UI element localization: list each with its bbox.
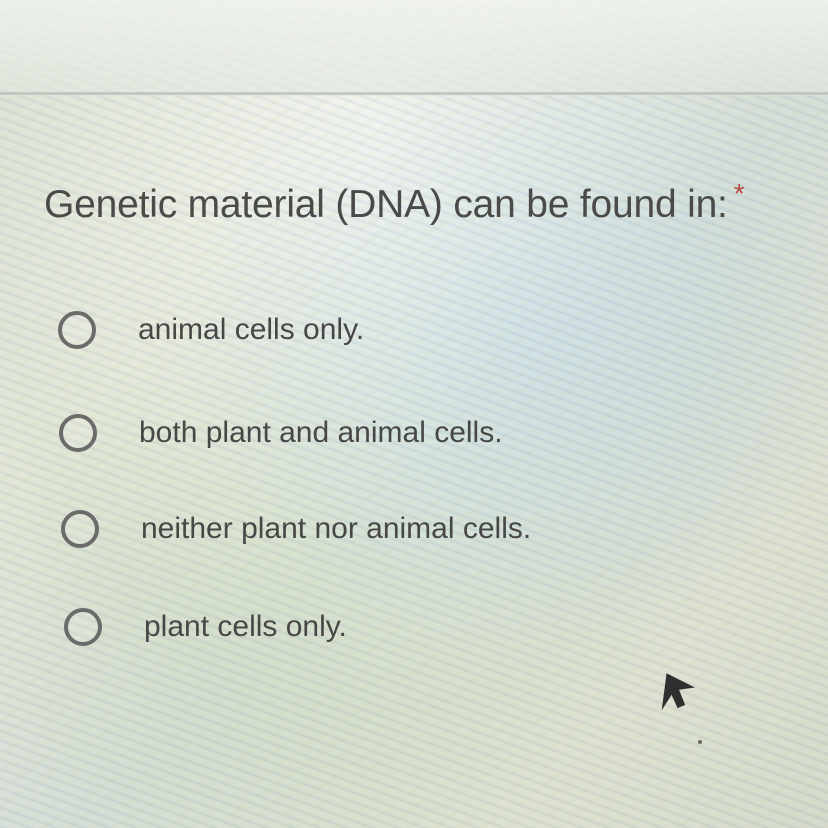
option-label[interactable]: both plant and animal cells. [139, 416, 503, 450]
option-label[interactable]: neither plant nor animal cells. [141, 512, 531, 546]
radio-option-both-plant-and-animal[interactable]: both plant and animal cells. [59, 414, 503, 452]
radio-option-plant-cells-only[interactable]: plant cells only. [64, 608, 347, 646]
header-divider [0, 92, 828, 95]
screen-speck [698, 740, 702, 744]
radio-button-empty-icon[interactable] [58, 311, 96, 349]
question-text: Genetic material (DNA) can be found in: [44, 183, 728, 226]
radio-option-neither-plant-nor-animal[interactable]: neither plant nor animal cells. [61, 510, 531, 548]
required-asterisk: * [733, 178, 745, 209]
radio-button-empty-icon[interactable] [64, 608, 102, 646]
question-title: Genetic material (DNA) can be found in: * [44, 178, 745, 227]
page-header-area [0, 0, 828, 96]
option-label[interactable]: animal cells only. [138, 313, 364, 347]
radio-button-empty-icon[interactable] [61, 510, 99, 548]
radio-button-empty-icon[interactable] [59, 414, 97, 452]
radio-option-animal-cells-only[interactable]: animal cells only. [58, 311, 364, 349]
option-label[interactable]: plant cells only. [144, 610, 347, 644]
mouse-pointer-icon [661, 673, 695, 711]
